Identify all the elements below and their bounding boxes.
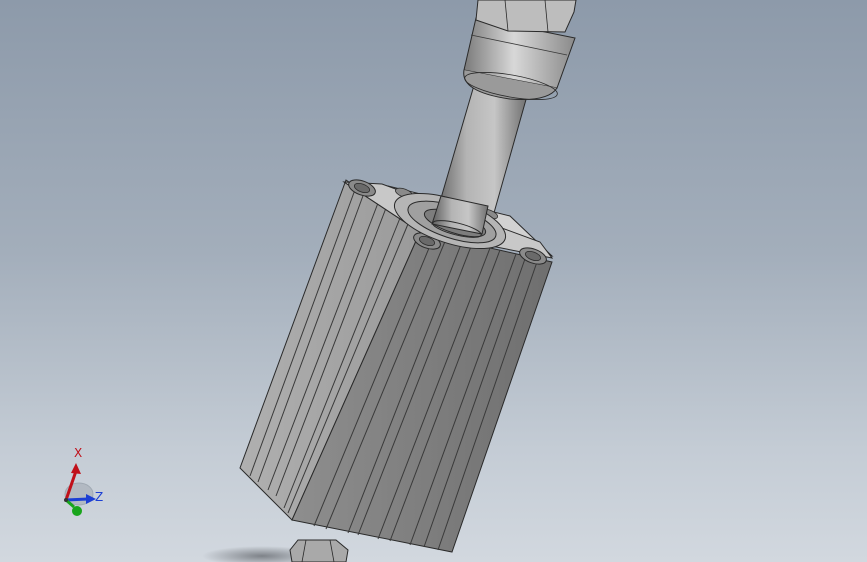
axis-label-x: X bbox=[74, 446, 83, 460]
bottom-rod-end[interactable] bbox=[289, 539, 349, 562]
cylinder-model[interactable] bbox=[0, 0, 867, 562]
triad-axes bbox=[64, 463, 96, 516]
cylinder-body[interactable] bbox=[239, 177, 554, 553]
graphics-viewport[interactable]: X Z bbox=[0, 0, 867, 562]
axis-label-z: Z bbox=[95, 490, 104, 504]
rod-end-fitting[interactable] bbox=[463, 0, 577, 105]
reference-triad[interactable]: X Z bbox=[50, 444, 120, 520]
